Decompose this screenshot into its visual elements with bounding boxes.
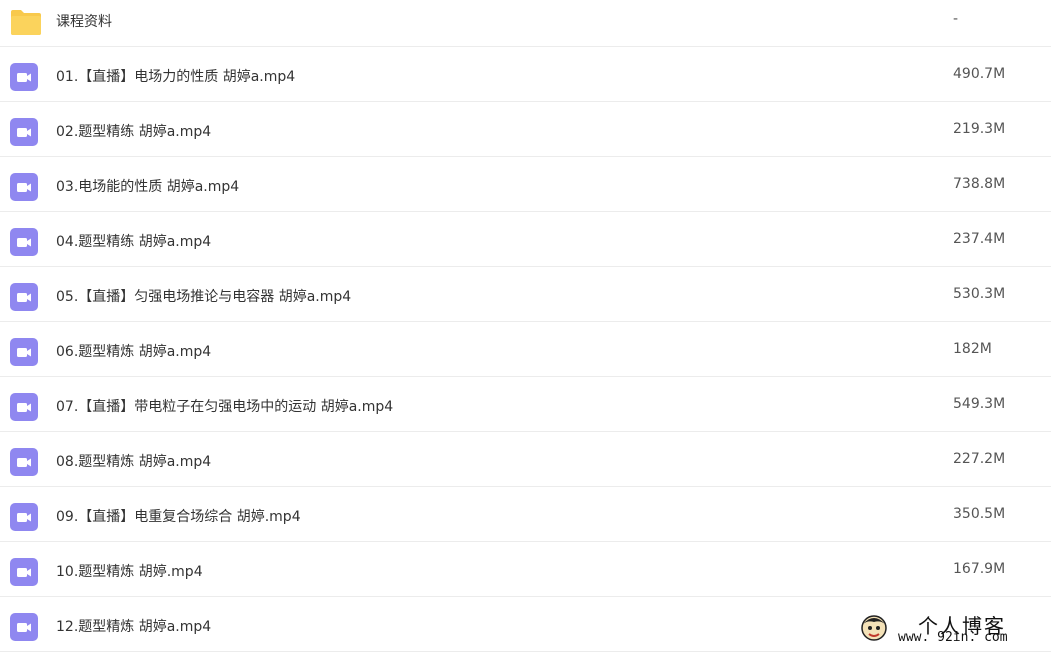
file-row[interactable]: 课程资料 -	[0, 0, 1051, 47]
video-icon	[10, 613, 38, 641]
file-row[interactable]: 10.题型精炼 胡婷.mp4 167.9M	[0, 542, 1051, 597]
file-size: 237.4M	[953, 231, 1006, 247]
file-name[interactable]: 03.电场能的性质 胡婷a.mp4	[56, 176, 239, 196]
file-name[interactable]: 06.题型精炼 胡婷a.mp4	[56, 341, 211, 361]
file-size: 549.3M	[953, 396, 1006, 412]
video-icon	[10, 338, 38, 366]
file-name[interactable]: 01.【直播】电场力的性质 胡婷a.mp4	[56, 66, 295, 86]
file-size: 219.3M	[953, 121, 1006, 137]
file-size: 738.8M	[953, 176, 1006, 192]
video-icon	[10, 393, 38, 421]
file-name[interactable]: 09.【直播】电重复合场综合 胡婷.mp4	[56, 506, 301, 526]
video-icon	[10, 63, 38, 91]
file-list: 课程资料 - 01.【直播】电场力的性质 胡婷a.mp4 490.7M 02.题…	[0, 0, 1051, 652]
file-size: 490.7M	[953, 66, 1006, 82]
blog-logo-icon	[860, 614, 888, 642]
file-row[interactable]: 08.题型精炼 胡婷a.mp4 227.2M	[0, 432, 1051, 487]
file-row[interactable]: 07.【直播】带电粒子在匀强电场中的运动 胡婷a.mp4 549.3M	[0, 377, 1051, 432]
file-name[interactable]: 02.题型精练 胡婷a.mp4	[56, 121, 211, 141]
file-size: -	[953, 11, 959, 27]
video-icon	[10, 118, 38, 146]
video-icon	[10, 503, 38, 531]
folder-icon	[10, 8, 41, 36]
file-row[interactable]: 04.题型精练 胡婷a.mp4 237.4M	[0, 212, 1051, 267]
watermark: 个人博客 www. 92in. com	[858, 610, 1048, 650]
file-row[interactable]: 02.题型精练 胡婷a.mp4 219.3M	[0, 102, 1051, 157]
file-name[interactable]: 05.【直播】匀强电场推论与电容器 胡婷a.mp4	[56, 286, 351, 306]
file-size: 530.3M	[953, 286, 1006, 302]
watermark-url: www. 92in. com	[898, 630, 1008, 645]
video-icon	[10, 228, 38, 256]
file-size: 182M	[953, 341, 992, 357]
file-row[interactable]: 09.【直播】电重复合场综合 胡婷.mp4 350.5M	[0, 487, 1051, 542]
video-icon	[10, 448, 38, 476]
file-name[interactable]: 08.题型精炼 胡婷a.mp4	[56, 451, 211, 471]
file-row[interactable]: 06.题型精炼 胡婷a.mp4 182M	[0, 322, 1051, 377]
video-icon	[10, 173, 38, 201]
file-name[interactable]: 07.【直播】带电粒子在匀强电场中的运动 胡婷a.mp4	[56, 396, 393, 416]
file-name[interactable]: 04.题型精练 胡婷a.mp4	[56, 231, 211, 251]
file-row[interactable]: 03.电场能的性质 胡婷a.mp4 738.8M	[0, 157, 1051, 212]
video-icon	[10, 283, 38, 311]
file-row[interactable]: 01.【直播】电场力的性质 胡婷a.mp4 490.7M	[0, 47, 1051, 102]
file-size: 227.2M	[953, 451, 1006, 467]
file-name[interactable]: 10.题型精炼 胡婷.mp4	[56, 561, 203, 581]
file-name[interactable]: 12.题型精炼 胡婷a.mp4	[56, 616, 211, 636]
file-size: 167.9M	[953, 561, 1006, 577]
file-name[interactable]: 课程资料	[56, 11, 112, 31]
file-size: 350.5M	[953, 506, 1006, 522]
file-row[interactable]: 05.【直播】匀强电场推论与电容器 胡婷a.mp4 530.3M	[0, 267, 1051, 322]
video-icon	[10, 558, 38, 586]
